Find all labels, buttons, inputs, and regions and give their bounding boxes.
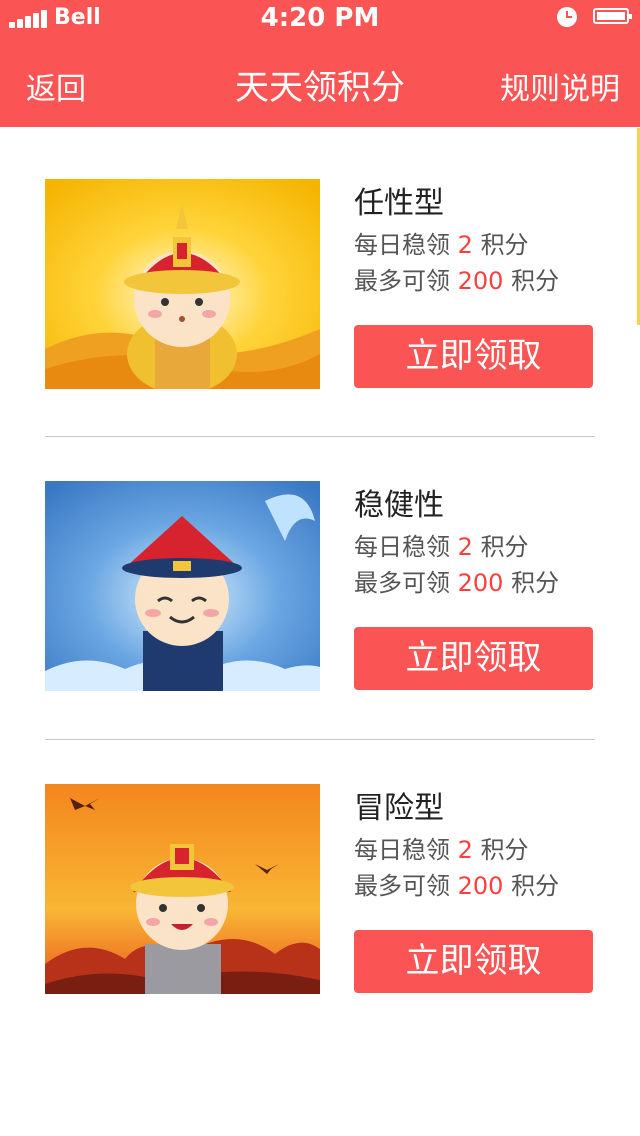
max-value: 200 [457,267,504,295]
claim-button[interactable]: 立即领取 [354,325,593,388]
product-image-general [45,784,320,994]
claim-button[interactable]: 立即领取 [354,930,593,993]
max-points-line: 最多可领 200 积分 [354,866,559,901]
max-prefix: 最多可领 [354,569,450,597]
daily-prefix: 每日稳领 [354,231,450,259]
product-card: 冒险型 每日稳领 2 积分 最多可领 200 积分 立即领取 [0,733,640,1036]
product-card: 稳健性 每日稳领 2 积分 最多可领 200 积分 立即领取 [0,430,640,740]
max-suffix: 积分 [511,267,560,295]
rules-button[interactable]: 规则说明 [500,64,620,108]
claim-button[interactable]: 立即领取 [354,627,593,690]
status-bar: Bell 4:20 PM [0,0,640,40]
max-suffix: 积分 [511,872,560,900]
max-prefix: 最多可领 [354,872,450,900]
product-image-emperor [45,179,320,389]
daily-value: 2 [457,533,473,561]
daily-value: 2 [457,231,473,259]
daily-points-line: 每日稳领 2 积分 [354,830,529,865]
daily-suffix: 积分 [480,836,529,864]
daily-suffix: 积分 [480,231,529,259]
battery-icon [593,8,632,24]
daily-value: 2 [457,836,473,864]
daily-points-line: 每日稳领 2 积分 [354,225,529,260]
max-points-line: 最多可领 200 积分 [354,563,559,598]
product-image-official [45,481,320,691]
nav-bar: 返回 天天领积分 规则说明 [0,40,640,127]
status-time: 4:20 PM [260,3,380,33]
max-points-line: 最多可领 200 积分 [354,261,559,296]
daily-points-line: 每日稳领 2 积分 [354,527,529,562]
max-value: 200 [457,569,504,597]
max-value: 200 [457,872,504,900]
daily-suffix: 积分 [480,533,529,561]
daily-prefix: 每日稳领 [354,533,450,561]
product-card: 任性型 每日稳领 2 积分 最多可领 200 积分 立即领取 [0,128,640,437]
max-prefix: 最多可领 [354,267,450,295]
alarm-clock-icon [557,7,577,27]
product-name: 冒险型 [354,791,444,826]
max-suffix: 积分 [511,569,560,597]
daily-prefix: 每日稳领 [354,836,450,864]
product-name: 稳健性 [354,488,444,523]
top-bar: Bell 4:20 PM 返回 天天领积分 规则说明 [0,0,640,127]
product-name: 任性型 [354,186,444,221]
